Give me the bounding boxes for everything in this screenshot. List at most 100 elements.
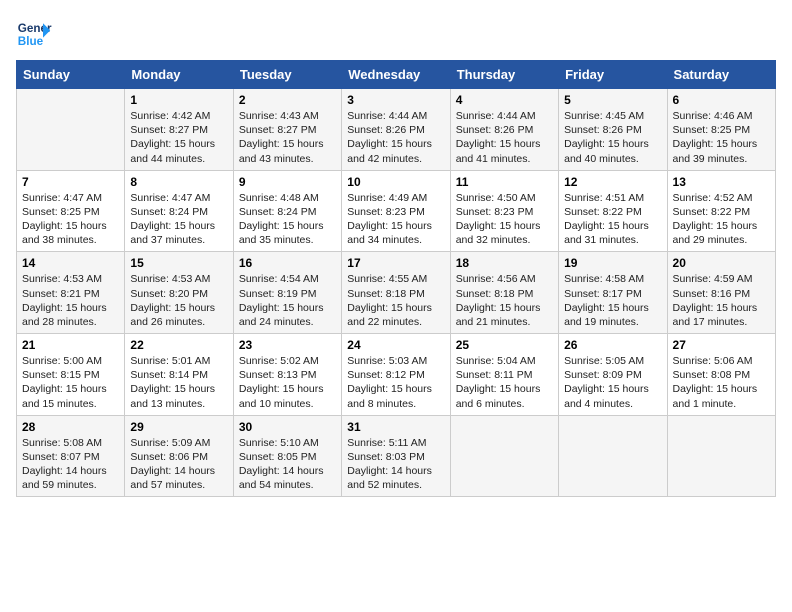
day-info: Sunrise: 4:53 AMSunset: 8:21 PMDaylight:… [22,272,119,329]
day-info: Sunrise: 4:58 AMSunset: 8:17 PMDaylight:… [564,272,661,329]
calendar-cell: 9 Sunrise: 4:48 AMSunset: 8:24 PMDaylight… [233,170,341,252]
weekday-header: Sunday [17,61,125,89]
day-info: Sunrise: 5:02 AMSunset: 8:13 PMDaylight:… [239,354,336,411]
day-number: 18 [456,256,553,270]
calendar-cell [559,415,667,497]
calendar-cell: 5Sunrise: 4:45 AMSunset: 8:26 PMDaylight… [559,89,667,171]
day-info: Sunrise: 5:06 AMSunset: 8:08 PMDaylight:… [673,354,770,411]
calendar-cell [17,89,125,171]
calendar-cell: 29 Sunrise: 5:09 AMSunset: 8:06 PMDayligh… [125,415,233,497]
day-info: Sunrise: 4:44 AMSunset: 8:26 PMDaylight:… [347,109,444,166]
calendar-cell: 10Sunrise: 4:49 AMSunset: 8:23 PMDayligh… [342,170,450,252]
day-info: Sunrise: 5:10 AMSunset: 8:05 PMDaylight:… [239,436,336,493]
calendar-cell: 25Sunrise: 5:04 AMSunset: 8:11 PMDayligh… [450,334,558,416]
calendar-cell: 2 Sunrise: 4:43 AMSunset: 8:27 PMDaylight… [233,89,341,171]
page-header: General Blue [16,16,776,52]
calendar-cell: 4 Sunrise: 4:44 AMSunset: 8:26 PMDaylight… [450,89,558,171]
calendar-cell: 28 Sunrise: 5:08 AMSunset: 8:07 PMDayligh… [17,415,125,497]
calendar-cell: 6Sunrise: 4:46 AMSunset: 8:25 PMDaylight… [667,89,775,171]
calendar-cell: 7 Sunrise: 4:47 AMSunset: 8:25 PMDaylight… [17,170,125,252]
calendar-cell: 22 Sunrise: 5:01 AMSunset: 8:14 PMDayligh… [125,334,233,416]
day-number: 28 [22,420,119,434]
day-info: Sunrise: 4:59 AMSunset: 8:16 PMDaylight:… [673,272,770,329]
calendar-cell: 26 Sunrise: 5:05 AMSunset: 8:09 PMDayligh… [559,334,667,416]
day-info: Sunrise: 5:00 AMSunset: 8:15 PMDaylight:… [22,354,119,411]
weekday-header: Wednesday [342,61,450,89]
day-info: Sunrise: 5:11 AMSunset: 8:03 PMDaylight:… [347,436,444,493]
day-number: 23 [239,338,336,352]
day-number: 6 [673,93,770,107]
calendar-cell: 15Sunrise: 4:53 AMSunset: 8:20 PMDayligh… [125,252,233,334]
weekday-header: Thursday [450,61,558,89]
day-number: 17 [347,256,444,270]
day-number: 13 [673,175,770,189]
day-info: Sunrise: 4:51 AMSunset: 8:22 PMDaylight:… [564,191,661,248]
day-info: Sunrise: 5:01 AMSunset: 8:14 PMDaylight:… [130,354,227,411]
day-number: 8 [130,175,227,189]
calendar-cell [667,415,775,497]
svg-text:Blue: Blue [18,35,44,48]
day-info: Sunrise: 4:52 AMSunset: 8:22 PMDaylight:… [673,191,770,248]
day-info: Sunrise: 4:48 AMSunset: 8:24 PMDaylight:… [239,191,336,248]
calendar-cell: 12 Sunrise: 4:51 AMSunset: 8:22 PMDayligh… [559,170,667,252]
day-info: Sunrise: 4:47 AMSunset: 8:25 PMDaylight:… [22,191,119,248]
day-number: 22 [130,338,227,352]
day-info: Sunrise: 4:43 AMSunset: 8:27 PMDaylight:… [239,109,336,166]
day-number: 2 [239,93,336,107]
day-info: Sunrise: 4:54 AMSunset: 8:19 PMDaylight:… [239,272,336,329]
day-info: Sunrise: 4:42 AMSunset: 8:27 PMDaylight:… [130,109,227,166]
calendar-cell: 27 Sunrise: 5:06 AMSunset: 8:08 PMDayligh… [667,334,775,416]
day-number: 4 [456,93,553,107]
day-number: 1 [130,93,227,107]
day-number: 19 [564,256,661,270]
calendar-cell: 18 Sunrise: 4:56 AMSunset: 8:18 PMDayligh… [450,252,558,334]
day-number: 14 [22,256,119,270]
day-number: 21 [22,338,119,352]
day-info: Sunrise: 4:55 AMSunset: 8:18 PMDaylight:… [347,272,444,329]
calendar-cell: 17 Sunrise: 4:55 AMSunset: 8:18 PMDayligh… [342,252,450,334]
logo-icon: General Blue [16,16,52,52]
day-number: 29 [130,420,227,434]
weekday-header: Tuesday [233,61,341,89]
calendar-cell: 19 Sunrise: 4:58 AMSunset: 8:17 PMDayligh… [559,252,667,334]
day-number: 7 [22,175,119,189]
calendar-cell: 20 Sunrise: 4:59 AMSunset: 8:16 PMDayligh… [667,252,775,334]
day-info: Sunrise: 4:47 AMSunset: 8:24 PMDaylight:… [130,191,227,248]
day-number: 24 [347,338,444,352]
day-info: Sunrise: 5:05 AMSunset: 8:09 PMDaylight:… [564,354,661,411]
day-info: Sunrise: 4:50 AMSunset: 8:23 PMDaylight:… [456,191,553,248]
calendar-cell: 13 Sunrise: 4:52 AMSunset: 8:22 PMDayligh… [667,170,775,252]
day-number: 11 [456,175,553,189]
day-number: 27 [673,338,770,352]
day-number: 9 [239,175,336,189]
calendar-cell [450,415,558,497]
day-number: 26 [564,338,661,352]
day-number: 31 [347,420,444,434]
day-number: 20 [673,256,770,270]
calendar-table: SundayMondayTuesdayWednesdayThursdayFrid… [16,60,776,497]
calendar-cell: 3 Sunrise: 4:44 AMSunset: 8:26 PMDaylight… [342,89,450,171]
day-number: 30 [239,420,336,434]
calendar-cell: 16Sunrise: 4:54 AMSunset: 8:19 PMDayligh… [233,252,341,334]
day-number: 3 [347,93,444,107]
day-info: Sunrise: 5:03 AMSunset: 8:12 PMDaylight:… [347,354,444,411]
day-number: 12 [564,175,661,189]
weekday-header: Friday [559,61,667,89]
day-info: Sunrise: 4:44 AMSunset: 8:26 PMDaylight:… [456,109,553,166]
day-info: Sunrise: 4:49 AMSunset: 8:23 PMDaylight:… [347,191,444,248]
day-info: Sunrise: 5:08 AMSunset: 8:07 PMDaylight:… [22,436,119,493]
calendar-cell: 8 Sunrise: 4:47 AMSunset: 8:24 PMDaylight… [125,170,233,252]
calendar-cell: 21 Sunrise: 5:00 AMSunset: 8:15 PMDayligh… [17,334,125,416]
day-number: 25 [456,338,553,352]
calendar-cell: 14 Sunrise: 4:53 AMSunset: 8:21 PMDayligh… [17,252,125,334]
calendar-cell: 24 Sunrise: 5:03 AMSunset: 8:12 PMDayligh… [342,334,450,416]
calendar-cell: 31 Sunrise: 5:11 AMSunset: 8:03 PMDayligh… [342,415,450,497]
day-info: Sunrise: 4:56 AMSunset: 8:18 PMDaylight:… [456,272,553,329]
calendar-cell: 23 Sunrise: 5:02 AMSunset: 8:13 PMDayligh… [233,334,341,416]
logo: General Blue [16,16,52,52]
calendar-cell: 11 Sunrise: 4:50 AMSunset: 8:23 PMDayligh… [450,170,558,252]
weekday-header: Saturday [667,61,775,89]
day-info: Sunrise: 5:09 AMSunset: 8:06 PMDaylight:… [130,436,227,493]
calendar-cell: 1 Sunrise: 4:42 AMSunset: 8:27 PMDaylight… [125,89,233,171]
day-number: 15 [130,256,227,270]
